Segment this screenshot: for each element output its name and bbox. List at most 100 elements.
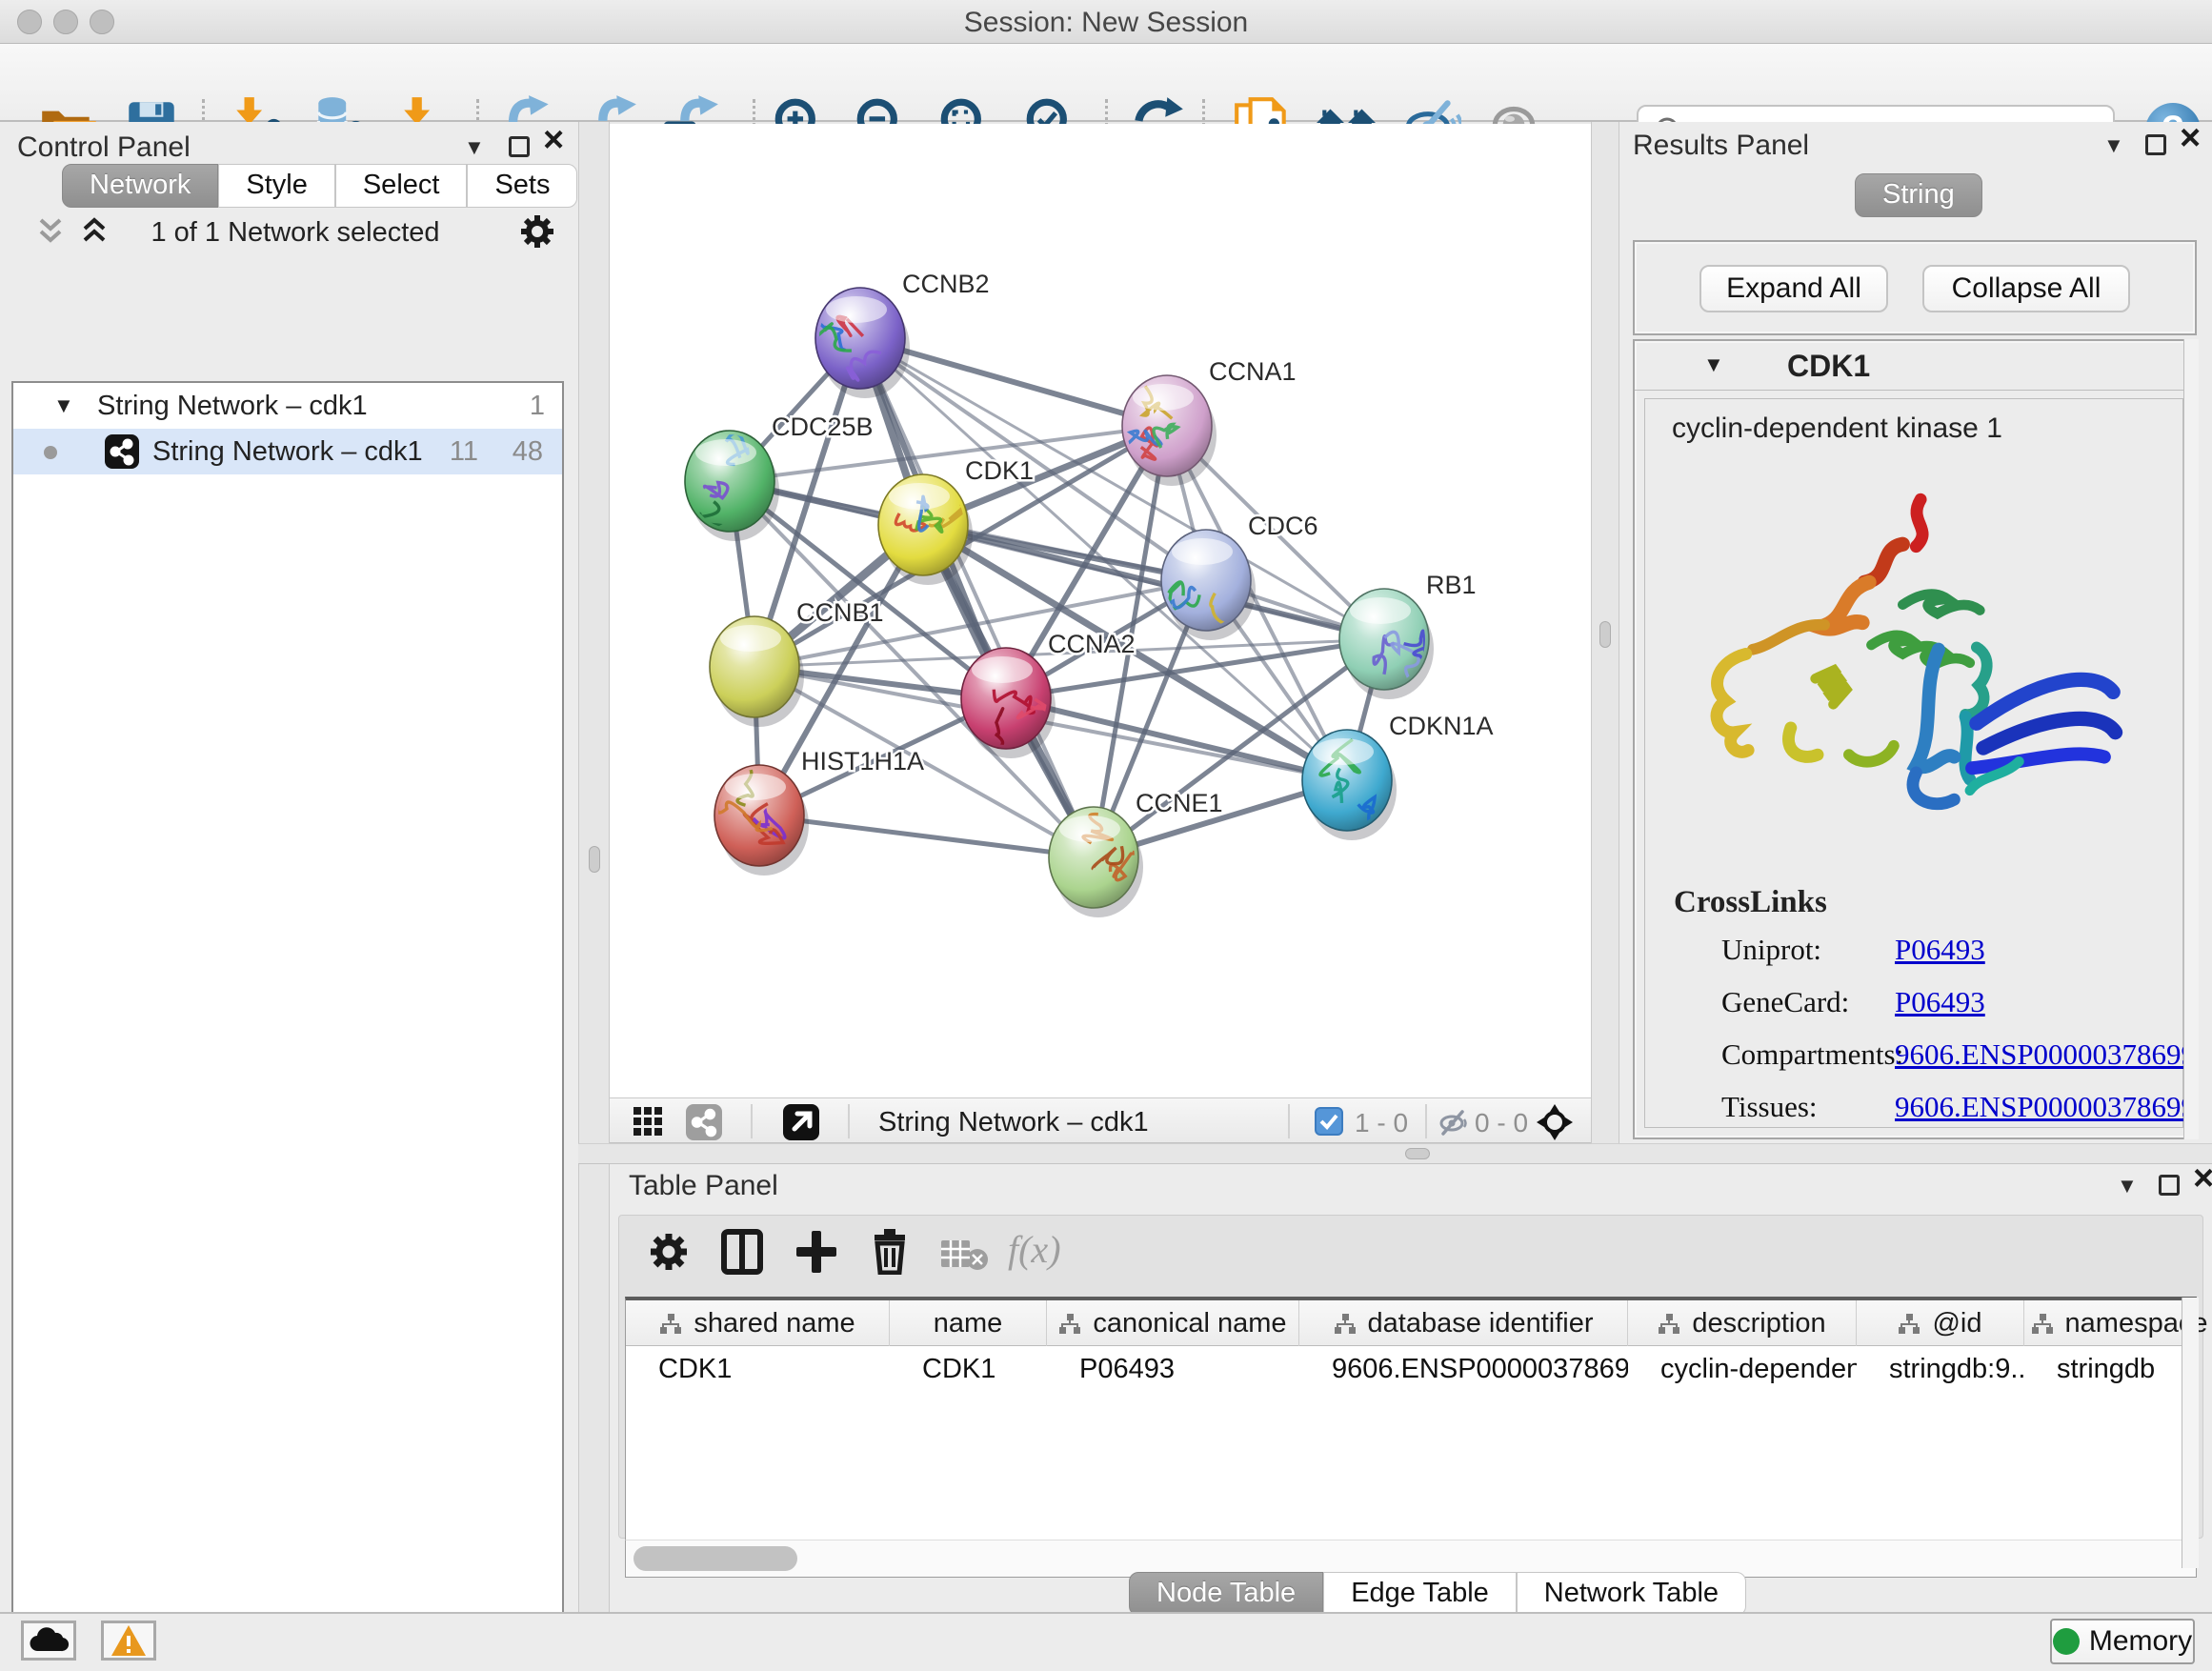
application-window: Session: New Session bbox=[0, 0, 2212, 1671]
table-vertical-scrollbar[interactable] bbox=[2182, 1298, 2199, 1568]
table-panel-menu-icon[interactable]: ▼ bbox=[2117, 1174, 2138, 1198]
function-builder-icon[interactable]: f(x) bbox=[1008, 1227, 1061, 1272]
tab-string[interactable]: String bbox=[1855, 173, 1982, 217]
network-row-selected[interactable]: String Network – cdk1 11 48 bbox=[13, 429, 562, 474]
tree-expander-icon[interactable]: ▼ bbox=[53, 383, 74, 429]
column-header-description[interactable]: description bbox=[1628, 1300, 1857, 1346]
delete-table-icon[interactable] bbox=[939, 1237, 989, 1278]
crosslink-link[interactable]: P06493 bbox=[1895, 933, 1985, 967]
hidden-count: 0 - 0 bbox=[1475, 1108, 1528, 1138]
toolbar-separator bbox=[1425, 1104, 1427, 1138]
results-scrollbar[interactable] bbox=[2183, 339, 2199, 1139]
cloud-button[interactable] bbox=[21, 1621, 76, 1661]
edge-CCNE1-HIST1H1A[interactable] bbox=[759, 815, 1094, 857]
crosslink-link[interactable]: P06493 bbox=[1895, 985, 1985, 1019]
expand-all-button[interactable]: Expand All bbox=[1699, 265, 1888, 312]
tab-node-table[interactable]: Node Table bbox=[1129, 1572, 1323, 1616]
table-panel-float-icon[interactable] bbox=[2159, 1172, 2180, 1203]
collapse-all-networks-icon[interactable] bbox=[34, 215, 67, 255]
tab-sets[interactable]: Sets bbox=[467, 164, 577, 208]
control-panel-title: Control Panel bbox=[17, 131, 191, 164]
tab-style[interactable]: Style bbox=[218, 164, 334, 208]
column-header-database-identifier[interactable]: database identifier bbox=[1299, 1300, 1628, 1346]
collapse-all-button[interactable]: Collapse All bbox=[1922, 265, 2130, 312]
right-splitter[interactable] bbox=[1591, 122, 1619, 1164]
column-namespace-icon bbox=[1058, 1313, 1081, 1336]
right-splitter-handle[interactable] bbox=[1599, 621, 1611, 648]
control-panel-close-icon[interactable]: × bbox=[543, 130, 564, 151]
tab-select[interactable]: Select bbox=[335, 164, 468, 208]
column-header-name[interactable]: name bbox=[890, 1300, 1047, 1346]
cloud-icon bbox=[28, 1626, 70, 1655]
column-header-shared-name[interactable]: shared name bbox=[626, 1300, 890, 1346]
table-row[interactable]: CDK1CDK1P064939606.ENSP00000378699cyclin… bbox=[626, 1346, 2196, 1392]
node-HIST1H1A[interactable]: HIST1H1A bbox=[714, 747, 924, 866]
toolbar-separator bbox=[751, 1104, 753, 1138]
protein-card-header[interactable]: ▼ CDK1 bbox=[1635, 341, 2195, 391]
node-label-CCNA1: CCNA1 bbox=[1209, 357, 1297, 386]
show-column-icon[interactable] bbox=[720, 1229, 764, 1282]
fit-content-crosshair-icon[interactable] bbox=[1536, 1103, 1574, 1149]
hidden-eye-icon[interactable] bbox=[1437, 1106, 1469, 1146]
cell-description[interactable]: cyclin-dependent ... bbox=[1628, 1346, 1857, 1392]
cell-name[interactable]: CDK1 bbox=[890, 1346, 1047, 1392]
memory-button[interactable]: Memory bbox=[2050, 1619, 2195, 1664]
cell-shared-name[interactable]: CDK1 bbox=[626, 1346, 890, 1392]
column-namespace-icon bbox=[1334, 1313, 1357, 1336]
column-header--id[interactable]: @id bbox=[1857, 1300, 2024, 1346]
node-label-CDC25B: CDC25B bbox=[772, 413, 874, 441]
crosslink-label: GeneCard: bbox=[1721, 985, 1849, 1019]
scrollbar-thumb[interactable] bbox=[633, 1546, 797, 1571]
node-RB1[interactable]: RB1 bbox=[1339, 571, 1477, 690]
tab-edge-table[interactable]: Edge Table bbox=[1323, 1572, 1517, 1616]
toolbar-separator bbox=[848, 1104, 850, 1138]
collapse-section-icon[interactable]: ▼ bbox=[1703, 352, 1724, 377]
edge-CCNB2-CCNE1[interactable] bbox=[860, 338, 1094, 857]
window-title: Session: New Session bbox=[0, 7, 2212, 39]
results-panel-close-icon[interactable]: × bbox=[2180, 128, 2201, 149]
table-panel-title: Table Panel bbox=[629, 1170, 778, 1202]
delete-column-icon[interactable] bbox=[869, 1227, 911, 1282]
selected-checkbox-icon[interactable] bbox=[1315, 1107, 1343, 1136]
node-table: shared namenamecanonical namedatabase id… bbox=[625, 1297, 2197, 1568]
title-bar: Session: New Session bbox=[0, 0, 2212, 44]
left-splitter-handle[interactable] bbox=[589, 846, 600, 873]
string-network-graph[interactable]: CCNB2CCNA1CDC25BCDK1CDC6RB1CCNB1CCNA2CDK… bbox=[610, 124, 1591, 1097]
memory-status-dot-icon bbox=[2053, 1628, 2080, 1655]
left-splitter[interactable] bbox=[578, 122, 610, 1612]
cell-canonical-name[interactable]: P06493 bbox=[1047, 1346, 1299, 1392]
birdseye-grid-icon[interactable] bbox=[633, 1106, 663, 1144]
network-canvas[interactable]: CCNB2CCNA1CDC25BCDK1CDC6RB1CCNB1CCNA2CDK… bbox=[610, 124, 1591, 1097]
control-panel-menu-icon[interactable]: ▼ bbox=[464, 135, 485, 160]
control-panel-float-icon[interactable] bbox=[509, 133, 530, 165]
tab-network[interactable]: Network bbox=[62, 164, 218, 208]
table-panel-close-icon[interactable]: × bbox=[2193, 1168, 2212, 1189]
column-header-canonical-name[interactable]: canonical name bbox=[1047, 1300, 1299, 1346]
network-edge-count: 48 bbox=[513, 429, 543, 474]
results-panel-float-icon[interactable] bbox=[2145, 131, 2166, 163]
node-CDKN1A[interactable]: CDKN1A bbox=[1302, 712, 1494, 831]
tab-network-table[interactable]: Network Table bbox=[1517, 1572, 1746, 1616]
warnings-button[interactable] bbox=[101, 1621, 156, 1661]
node-label-CCNE1: CCNE1 bbox=[1136, 789, 1223, 817]
string-network-icon bbox=[105, 434, 139, 469]
expand-all-networks-icon[interactable] bbox=[78, 215, 111, 255]
network-options-gear-icon[interactable] bbox=[519, 213, 555, 257]
horizontal-splitter[interactable] bbox=[578, 1143, 2212, 1164]
horizontal-splitter-handle[interactable] bbox=[1405, 1148, 1430, 1159]
crosslink-link[interactable]: 9606.ENSP00000378699 bbox=[1895, 1090, 2196, 1124]
add-column-icon[interactable] bbox=[794, 1229, 838, 1282]
collection-label: String Network – cdk1 bbox=[97, 383, 368, 429]
crosslink-link[interactable]: 9606.ENSP00000378699 bbox=[1895, 1037, 2196, 1072]
string-tab-icon[interactable] bbox=[686, 1104, 722, 1140]
protein-detail-box: cyclin-dependent kinase 1 bbox=[1644, 398, 2183, 1128]
node-CDC6[interactable]: CDC6 bbox=[1160, 512, 1318, 631]
table-gear-icon[interactable] bbox=[648, 1231, 690, 1280]
results-panel-menu-icon[interactable]: ▼ bbox=[2103, 133, 2124, 158]
column-namespace-icon bbox=[2031, 1313, 2054, 1336]
network-collection-row[interactable]: ▼ String Network – cdk1 1 bbox=[13, 383, 562, 429]
column-namespace-icon bbox=[1658, 1313, 1680, 1336]
cell--id[interactable]: stringdb:9... bbox=[1857, 1346, 2024, 1392]
cell-database-identifier[interactable]: 9606.ENSP00000378699 bbox=[1299, 1346, 1628, 1392]
goto-network-icon[interactable] bbox=[783, 1104, 819, 1140]
